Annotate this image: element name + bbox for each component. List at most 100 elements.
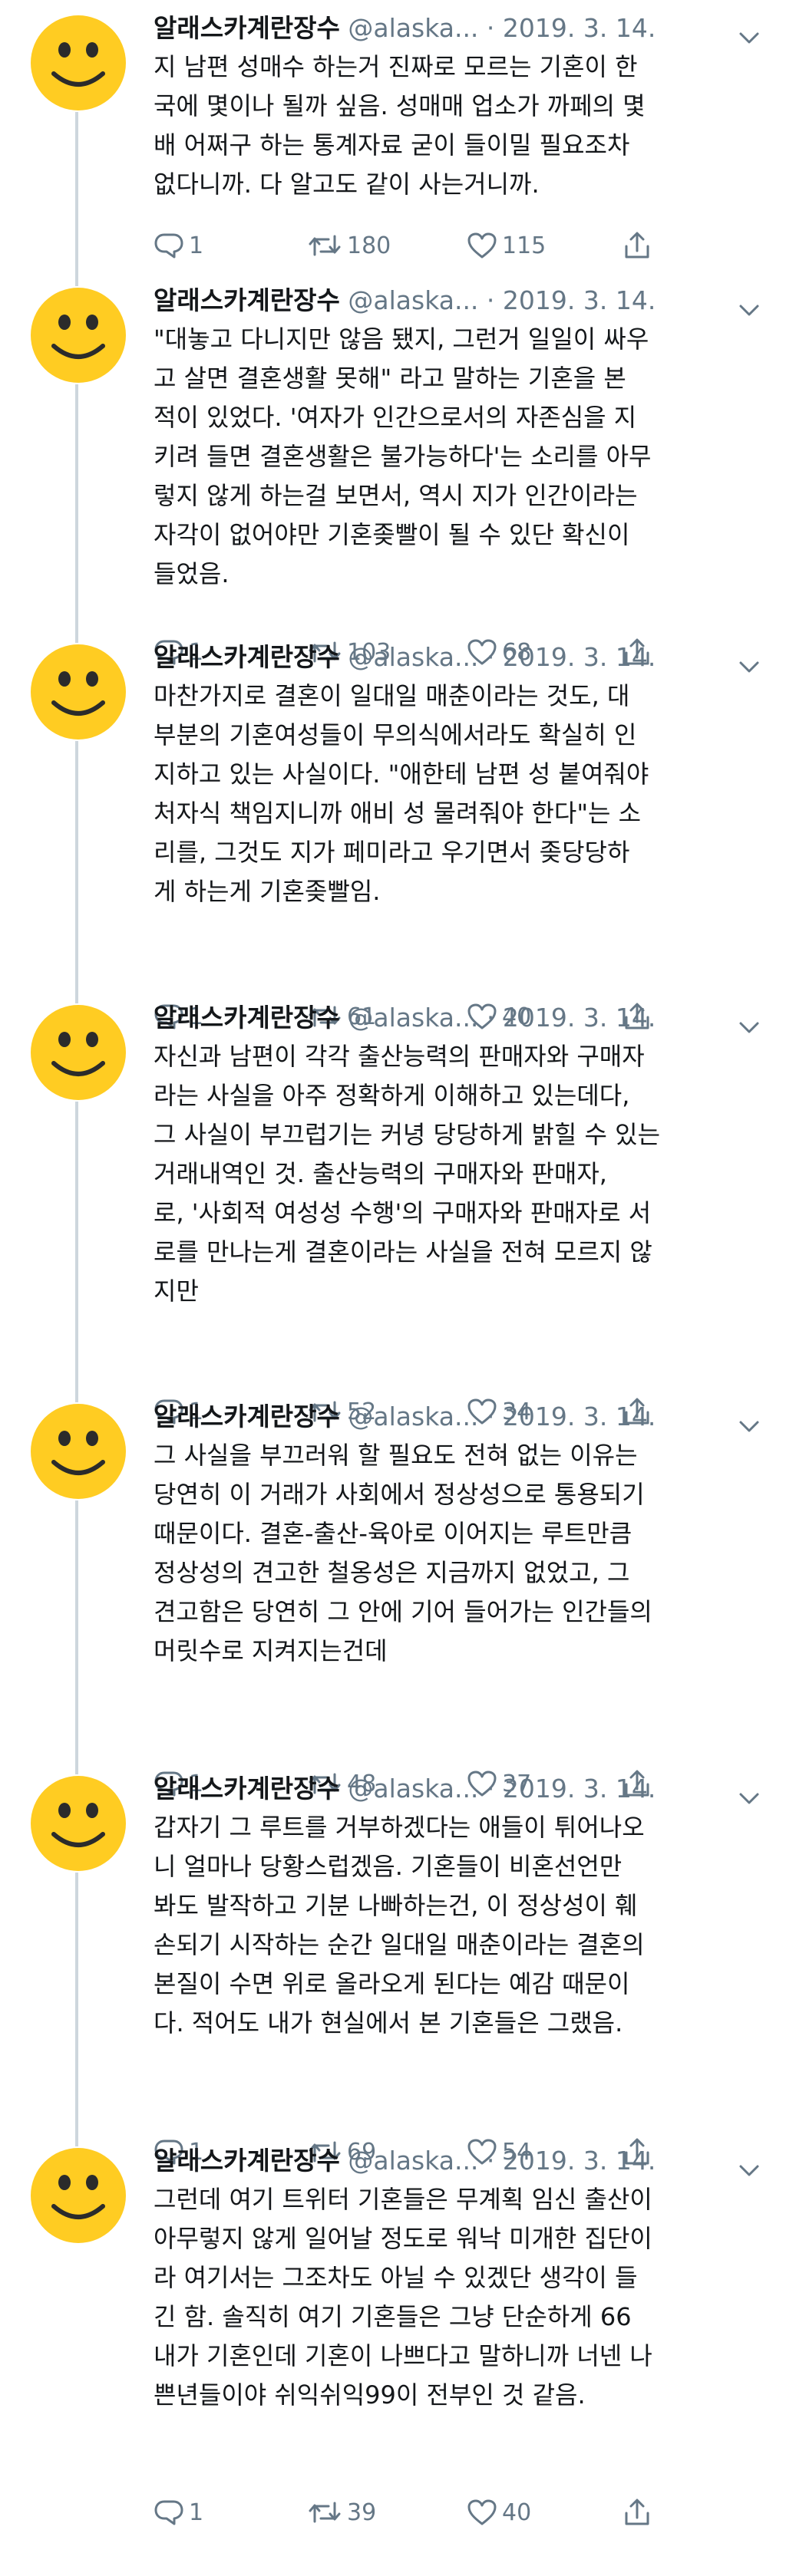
avatar[interactable]	[31, 1776, 126, 1871]
tweet-text-line: 당연히 이 거래가 사회에서 정상성으로 통용되기	[154, 1480, 645, 1509]
tweet-text-line: 마찬가지로 결혼이 일대일 매춘이라는 것도, 대	[154, 681, 630, 710]
tweet-text-line: 갑자기 그 루트를 거부하겠다는 애들이 튀어나오	[154, 1813, 645, 1842]
tweet[interactable]: 알래스카계란장수 @alaska... · 2019. 3. 14. 그 사실을 …	[0, 1388, 786, 1797]
avatar[interactable]	[31, 2148, 126, 2243]
tweet[interactable]: 알래스카계란장수 @alaska... · 2019. 3. 14. 자신과 남편…	[0, 990, 786, 1425]
like-count: 115	[502, 232, 547, 259]
separator-dot: ·	[486, 2146, 495, 2176]
tweet-actions: 1 39 40	[154, 2497, 706, 2528]
smiley-face-icon	[31, 1005, 126, 1100]
user-handle[interactable]: @alaska...	[348, 2146, 478, 2176]
tweet-text-line: 그 사실이 부끄럽기는 커녕 당당하게 밝힐 수 있는	[154, 1120, 661, 1149]
user-handle[interactable]: @alaska...	[348, 285, 478, 315]
tweet-text-line: 자신과 남편이 각각 출산능력의 판매자와 구매자	[154, 1042, 645, 1071]
tweet-text-line: 게 하는게 기혼좆빨임.	[154, 877, 381, 906]
tweet-text: 지 남편 성매수 하는거 진짜로 모르는 기혼이 한 국에 몇이나 될까 싶음. …	[154, 48, 760, 204]
tweet-date[interactable]: 2019. 3. 14.	[503, 13, 656, 43]
smiley-face-icon	[31, 2148, 126, 2243]
tweet-text: 자신과 남편이 각각 출산능력의 판매자와 구매자라는 사실을 아주 정확하게 …	[154, 1037, 760, 1311]
thread-connector-line	[75, 1388, 78, 1402]
tweet-date[interactable]: 2019. 3. 14.	[503, 1774, 656, 1804]
smiley-face-icon	[31, 15, 126, 110]
tweet-text-line: "대놓고 다니지만 않음 됐지, 그런거 일일이 싸우	[154, 324, 649, 354]
user-handle[interactable]: @alaska...	[348, 13, 478, 43]
tweet-date[interactable]: 2019. 3. 14.	[503, 285, 656, 315]
retweet-button[interactable]: 39	[307, 2497, 376, 2528]
user-handle[interactable]: @alaska...	[348, 642, 478, 672]
retweet-button[interactable]: 180	[307, 230, 391, 261]
share-button[interactable]	[623, 2497, 656, 2528]
reply-button[interactable]: 1	[154, 2497, 203, 2528]
display-name[interactable]: 알래스카계란장수	[154, 1402, 340, 1431]
avatar[interactable]	[31, 1005, 126, 1100]
retweet-count: 39	[347, 2499, 377, 2526]
tweet[interactable]: 알래스카계란장수 @alaska... · 2019. 3. 14. 지 남편 성…	[0, 0, 786, 272]
tweet-text: 그런데 여기 트위터 기혼들은 무계획 임신 출산이 아무렇지 않게 일어날 정도…	[154, 2180, 760, 2415]
tweet-text-line: 적이 있었다. '여자가 인간으로서의 자존심을 지	[154, 403, 637, 432]
avatar[interactable]	[31, 1404, 126, 1499]
tweet-text-line: 로, '사회적 여성성 수행'의 구매자와 판매자로 서	[154, 1198, 652, 1227]
tweet-text-line: 긴 함. 솔직히 여기 기혼들은 그냥 단순하게 66	[154, 2302, 632, 2331]
tweet-text-line: 렇지 않게 하는걸 보면서, 역시 지가 인간이라는	[154, 481, 638, 510]
like-count: 40	[502, 2499, 532, 2526]
avatar[interactable]	[31, 644, 126, 740]
chevron-down-icon[interactable]	[738, 20, 760, 44]
display-name[interactable]: 알래스카계란장수	[154, 13, 340, 43]
tweet-text-line: 정상성의 견고한 철옹성은 지금까지 없었고, 그	[154, 1558, 630, 1587]
tweet-text: 마찬가지로 결혼이 일대일 매춘이라는 것도, 대부분의 기혼여성들이 무의식에…	[154, 677, 760, 911]
chevron-down-icon[interactable]	[738, 292, 760, 316]
thread-connector-line	[75, 1102, 78, 1388]
tweet[interactable]: 알래스카계란장수 @alaska... · 2019. 3. 14. 그런데 여기…	[0, 2133, 786, 2576]
tweet-date[interactable]: 2019. 3. 14.	[503, 1402, 656, 1431]
tweet-date[interactable]: 2019. 3. 14.	[503, 642, 656, 672]
thread-connector-line	[75, 741, 78, 990]
tweet-text-line: 쁜년들이야 쉬익쉬익99이 전부인 것 같음.	[154, 2380, 586, 2410]
chevron-down-icon[interactable]	[738, 1408, 760, 1432]
tweet-text-line: 손되기 시작하는 순간 일대일 매춘이라는 결혼의	[154, 1930, 645, 1959]
tweet-text-line: 아무렇지 않게 일어날 정도로 워낙 미개한 집단이	[154, 2224, 652, 2253]
tweet-text-line: 지만	[154, 1276, 199, 1306]
tweet-date[interactable]: 2019. 3. 14.	[503, 2146, 656, 2176]
chevron-down-icon[interactable]	[738, 1010, 760, 1033]
tweet-header: 알래스카계란장수 @alaska... · 2019. 3. 14.	[154, 2143, 760, 2179]
user-handle[interactable]: @alaska...	[348, 1402, 478, 1431]
tweet-text-line: 라는 사실을 아주 정확하게 이해하고 있는데다,	[154, 1081, 630, 1110]
display-name[interactable]: 알래스카계란장수	[154, 1774, 340, 1804]
avatar[interactable]	[31, 15, 126, 110]
smiley-face-icon	[31, 1404, 126, 1499]
chevron-down-icon[interactable]	[738, 2153, 760, 2176]
user-handle[interactable]: @alaska...	[348, 1774, 478, 1804]
heart-icon	[467, 232, 502, 259]
share-button[interactable]	[623, 230, 656, 261]
like-button[interactable]: 115	[467, 230, 546, 261]
tweet-text-line: 국에 몇이나 될까 싶음. 성매매 업소가 까페의 몇	[154, 91, 646, 120]
chevron-down-icon[interactable]	[738, 649, 760, 673]
heart-icon	[467, 2499, 502, 2526]
share-icon	[623, 231, 656, 260]
tweet[interactable]: 알래스카계란장수 @alaska... · 2019. 3. 14. "대놓고 다…	[0, 272, 786, 666]
tweet-text-line: 없다니까. 다 알고도 같이 사는거니까.	[154, 170, 540, 199]
tweet-header: 알래스카계란장수 @alaska... · 2019. 3. 14.	[154, 1000, 760, 1036]
tweet[interactable]: 알래스카계란장수 @alaska... · 2019. 3. 14. 마찬가지로 …	[0, 629, 786, 1030]
separator-dot: ·	[486, 1003, 495, 1033]
tweet-text-line: 본질이 수면 위로 올라오게 된다는 예감 때문이	[154, 1969, 630, 1998]
reply-button[interactable]: 1	[154, 230, 203, 261]
tweet-text-line: 로를 만나는게 결혼이라는 사실을 전혀 모르지 않	[154, 1237, 652, 1267]
like-button[interactable]: 40	[467, 2497, 531, 2528]
user-handle[interactable]: @alaska...	[348, 1003, 478, 1033]
retweet-icon	[307, 2499, 347, 2526]
display-name[interactable]: 알래스카계란장수	[154, 285, 340, 315]
tweet-header: 알래스카계란장수 @alaska... · 2019. 3. 14.	[154, 1771, 760, 1807]
tweet[interactable]: 알래스카계란장수 @alaska... · 2019. 3. 14. 갑자기 그 …	[0, 1761, 786, 2166]
display-name[interactable]: 알래스카계란장수	[154, 2146, 340, 2176]
tweet-text-line: 부분의 기혼여성들이 무의식에서라도 확실히 인	[154, 720, 637, 749]
display-name[interactable]: 알래스카계란장수	[154, 642, 340, 672]
retweet-count: 180	[347, 232, 391, 259]
tweet-text-line: 고 살면 결혼생활 못해" 라고 말하는 기혼을 본	[154, 364, 626, 393]
display-name[interactable]: 알래스카계란장수	[154, 1003, 340, 1033]
tweet-date[interactable]: 2019. 3. 14.	[503, 1003, 656, 1033]
avatar[interactable]	[31, 288, 126, 383]
tweet-thread: 알래스카계란장수 @alaska... · 2019. 3. 14. 지 남편 성…	[0, 0, 786, 2576]
tweet-header: 알래스카계란장수 @alaska... · 2019. 3. 14.	[154, 11, 760, 46]
chevron-down-icon[interactable]	[738, 1780, 760, 1804]
